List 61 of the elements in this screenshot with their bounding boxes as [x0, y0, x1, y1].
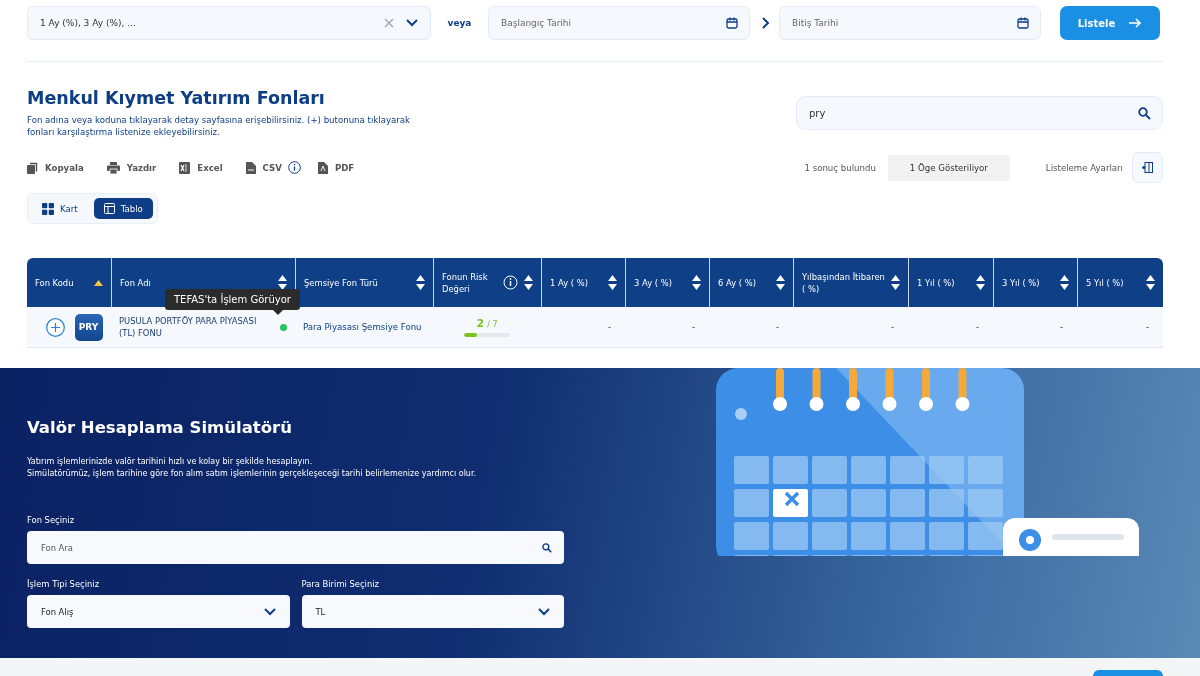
export-button[interactable]: Excel: [179, 161, 223, 174]
calendar-icon: [726, 17, 738, 29]
tooltip-pointer-icon: [272, 310, 283, 315]
view-tab[interactable]: Tablo: [93, 198, 153, 219]
fund-search-field[interactable]: Fon Ara: [27, 531, 564, 564]
info-icon[interactable]: [287, 161, 301, 174]
table-cell: -: [1059, 322, 1063, 332]
list-settings-label: Listeleme Ayarları: [1045, 162, 1123, 173]
excel-icon: [179, 161, 191, 174]
risk-value: 2: [476, 317, 485, 330]
search-icon: [542, 543, 552, 553]
field-label: Fon Seçiniz: [27, 515, 76, 525]
simulator-title: Valör Hesaplama Simülatörü: [27, 418, 293, 437]
field-label: Para Birimi Seçiniz: [301, 579, 380, 589]
export-button[interactable]: CSV: [245, 161, 282, 174]
list-settings-button[interactable]: [1132, 152, 1163, 183]
table-cell: -: [890, 322, 894, 332]
tooltip: TEFAS'ta İşlem Görüyor: [165, 289, 300, 315]
copy-icon: [27, 161, 38, 174]
export-button[interactable]: Kopyala: [27, 161, 84, 174]
pdf-file-icon: [317, 161, 328, 174]
export-button[interactable]: Yazdır: [106, 161, 157, 174]
field-label: İşlem Tipi Seçiniz: [27, 579, 101, 589]
table-cell: -: [1145, 322, 1149, 332]
shown-count-badge: 1 Öge Gösteriliyor: [887, 154, 1010, 181]
search-field[interactable]: pry: [796, 96, 1163, 130]
table-cell: -: [775, 322, 779, 332]
fund-name-link[interactable]: PUSULA PORTFÖY PARA PİYASASI (TL) FONU: [119, 315, 272, 339]
grid-icon: [42, 202, 54, 215]
start-date-field[interactable]: Başlangıç Tarihi: [488, 6, 750, 40]
simulator-description: Simülatörümüz, işlem tarihine göre fon alım satım işlemlerinin gerçekleşeceği tarihi belirlemenize yardımcı olur.: [27, 468, 478, 480]
risk-max: / 7: [487, 320, 498, 329]
add-to-compare-icon[interactable]: [45, 317, 65, 337]
end-date-field[interactable]: Bitiş Tarihi: [779, 6, 1041, 40]
column-header[interactable]: Fon Kodu: [27, 258, 111, 307]
table-icon: [103, 203, 115, 214]
printer-icon: [106, 161, 120, 174]
calendar-icon: [1017, 17, 1029, 29]
section-description: Fon adına veya koduna tıklayarak detay sayfasına erişebilirsiniz. (+) butonuna tıklayarak fonları karşılaştırma listenize ekleyebilirsiniz.: [27, 114, 412, 138]
transaction-type-select[interactable]: Fon Alış: [27, 595, 290, 628]
result-count: 1 sonuç bulundu: [804, 162, 876, 173]
chevron-down-icon: [538, 607, 550, 616]
table-cell: -: [691, 322, 695, 332]
chevron-down-icon: [406, 19, 418, 27]
panel-icon: [1142, 162, 1153, 173]
period-select[interactable]: 1 Ay (%), 3 Ay (%), ...: [27, 6, 431, 40]
table-cell: -: [607, 322, 611, 332]
arrow-right-icon: [1129, 18, 1143, 28]
currency-select[interactable]: TL: [301, 595, 564, 628]
fund-code-badge[interactable]: PRY: [74, 313, 103, 341]
section-title: Menkul Kıymet Yatırım Fonları: [27, 88, 326, 108]
table-cell: Para Piyasası Şemsiye Fonu: [303, 322, 422, 332]
table-cell: -: [975, 322, 979, 332]
file-icon: [245, 161, 256, 174]
chevron-down-icon: [263, 607, 276, 616]
or-label: veya: [446, 18, 473, 28]
search-icon: [1138, 107, 1151, 120]
view-tab[interactable]: Kart: [32, 198, 88, 219]
export-button[interactable]: PDF: [317, 161, 355, 174]
simulator-description: Yatırım işlemlerinizde valör tarihini hızlı ve kolay bir şekilde hesaplayın.: [27, 456, 314, 468]
chevron-right-icon: [762, 17, 770, 29]
